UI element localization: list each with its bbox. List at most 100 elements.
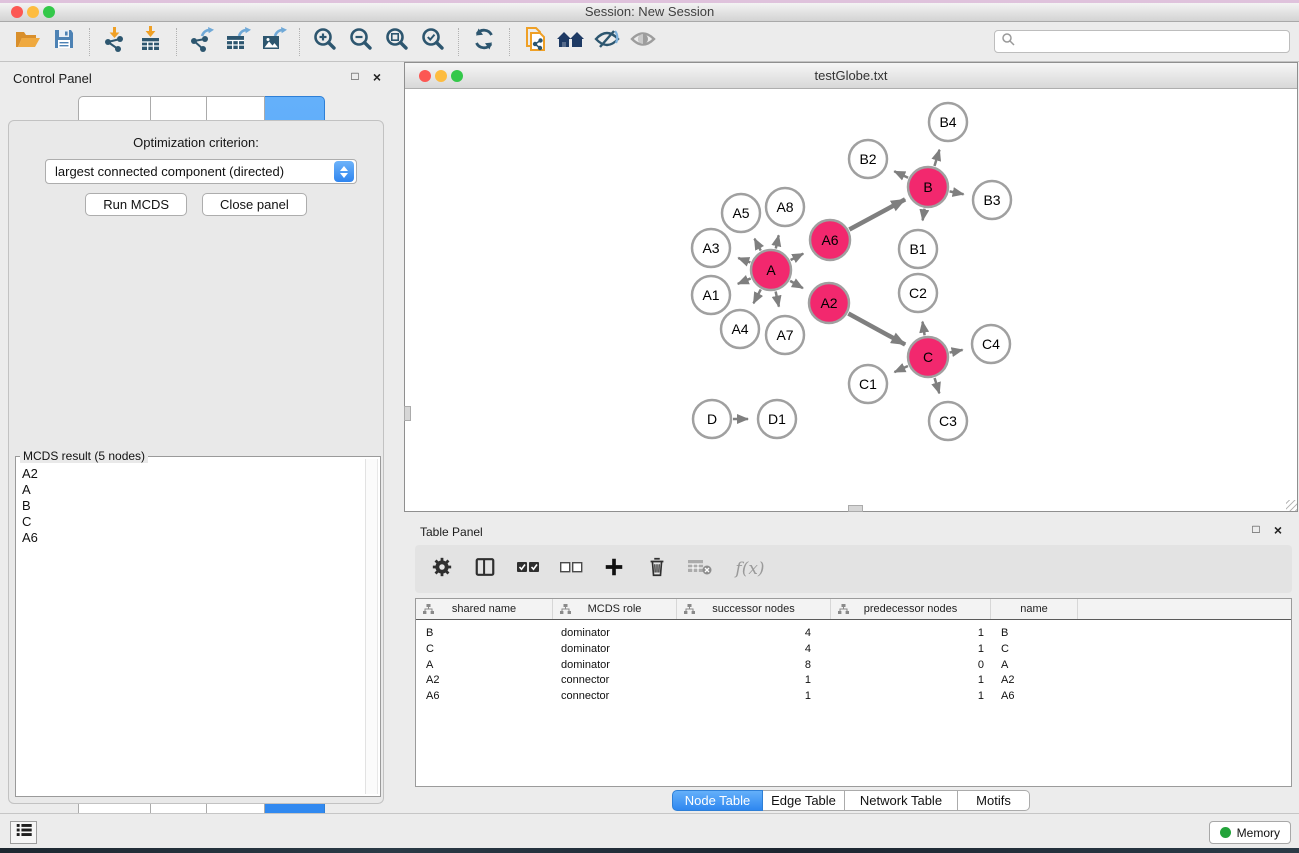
tab-network-table[interactable]: Network Table <box>845 790 958 811</box>
graph-edge-C-C1[interactable] <box>894 366 907 372</box>
tab-motifs[interactable]: Motifs <box>958 790 1030 811</box>
table-cell[interactable]: 4 <box>677 625 831 641</box>
export-table-button[interactable] <box>220 25 256 59</box>
graph-edge-A-A1[interactable] <box>738 278 751 283</box>
show-columns-button[interactable] <box>472 556 498 582</box>
close-panel-button[interactable]: Close panel <box>202 193 307 216</box>
table-cell[interactable]: 1 <box>831 688 991 704</box>
delete-column-button[interactable] <box>644 556 670 582</box>
graph-edge-A-A4[interactable] <box>753 289 760 303</box>
graph-edge-A-A3[interactable] <box>738 258 750 262</box>
duplicate-network-button[interactable] <box>517 25 553 59</box>
graph-edge-A-A2[interactable] <box>790 281 803 288</box>
graph-edge-A-A5[interactable] <box>755 239 761 251</box>
criterion-dropdown[interactable]: largest connected component (directed) <box>45 159 357 184</box>
table-cell[interactable]: A6 <box>416 688 553 704</box>
network-window-titlebar[interactable]: testGlobe.txt <box>405 63 1297 89</box>
table-cell[interactable]: A <box>416 657 553 673</box>
table-cell[interactable]: B <box>991 625 1078 641</box>
table-cell[interactable]: 1 <box>831 672 991 688</box>
import-table-button[interactable] <box>133 25 169 59</box>
deselect-all-button[interactable] <box>558 556 584 582</box>
first-neighbors-button[interactable] <box>553 25 589 59</box>
export-network-button[interactable] <box>184 25 220 59</box>
table-cell[interactable]: A2 <box>416 672 553 688</box>
column-header-mcds-role[interactable]: MCDS role <box>553 599 677 619</box>
hide-selected-button[interactable] <box>589 25 625 59</box>
show-panels-button[interactable] <box>10 821 37 844</box>
search-field[interactable] <box>994 30 1290 53</box>
table-cell[interactable]: 1 <box>831 641 991 657</box>
result-scrollbar[interactable] <box>365 459 378 794</box>
table-cell[interactable]: 8 <box>677 657 831 673</box>
import-network-button[interactable] <box>97 25 133 59</box>
float-table-panel-icon[interactable]: □ <box>1249 522 1263 538</box>
table-settings-button[interactable] <box>429 556 455 582</box>
export-image-button[interactable] <box>256 25 292 59</box>
table-row[interactable]: Adominator80A <box>416 657 1291 673</box>
zoom-fit-button[interactable] <box>379 25 415 59</box>
table-cell[interactable]: 1 <box>831 625 991 641</box>
table-cell[interactable]: C <box>416 641 553 657</box>
create-column-button[interactable] <box>601 556 627 582</box>
table-cell[interactable]: connector <box>553 672 677 688</box>
close-table-panel-icon[interactable]: × <box>1271 522 1285 538</box>
table-cell[interactable]: dominator <box>553 641 677 657</box>
open-session-button[interactable] <box>10 25 46 59</box>
table-cell[interactable]: dominator <box>553 625 677 641</box>
network-graph[interactable]: AA1A2A3A4A5A6A7A8BB1B2B3B4CC1C2C3C4DD1 <box>405 90 1297 511</box>
table-cell[interactable]: 1 <box>677 672 831 688</box>
save-session-button[interactable] <box>46 25 82 59</box>
refresh-view-button[interactable] <box>466 25 502 59</box>
graph-edge-B-B3[interactable] <box>950 191 964 194</box>
tab-edge-table[interactable]: Edge Table <box>763 790 845 811</box>
graph-edge-A-A7[interactable] <box>776 292 779 307</box>
graph-edge-B-B2[interactable] <box>894 171 908 177</box>
select-all-button[interactable] <box>515 556 541 582</box>
memory-button[interactable]: Memory <box>1209 821 1291 844</box>
graph-edge-B-B1[interactable] <box>923 209 925 221</box>
mcds-result-list[interactable]: A2 A B C A6 <box>17 466 364 794</box>
tab-node-table[interactable]: Node Table <box>672 790 763 811</box>
table-cell[interactable]: A <box>991 657 1078 673</box>
table-cell[interactable]: A2 <box>991 672 1078 688</box>
table-row[interactable]: Bdominator41B <box>416 625 1291 641</box>
table-cell[interactable]: 1 <box>677 688 831 704</box>
table-cell[interactable]: 4 <box>677 641 831 657</box>
graph-edge-A-A6[interactable] <box>791 254 804 260</box>
table-row[interactable]: A2connector11A2 <box>416 672 1291 688</box>
function-builder-button[interactable]: f(x) <box>730 556 770 582</box>
graph-edge-B-B4[interactable] <box>934 150 939 166</box>
graph-edge-C-C2[interactable] <box>922 322 924 336</box>
column-header-predecessor-nodes[interactable]: predecessor nodes <box>831 599 991 619</box>
network-hscroll-thumb[interactable] <box>848 505 863 512</box>
table-cell[interactable]: C <box>991 641 1078 657</box>
close-panel-icon[interactable]: × <box>370 69 384 85</box>
column-header-name[interactable]: name <box>991 599 1078 619</box>
show-all-button[interactable] <box>625 25 661 59</box>
table-row[interactable]: A6connector11A6 <box>416 688 1291 704</box>
run-mcds-button[interactable]: Run MCDS <box>85 193 187 216</box>
table-cell[interactable]: connector <box>553 688 677 704</box>
search-input[interactable] <box>1019 32 1289 51</box>
graph-edge-A-A8[interactable] <box>776 235 779 248</box>
delete-table-button[interactable] <box>687 556 713 582</box>
table-cell[interactable]: dominator <box>553 657 677 673</box>
graph-edge-C-C3[interactable] <box>935 378 940 393</box>
zoom-out-button[interactable] <box>343 25 379 59</box>
network-canvas[interactable]: AA1A2A3A4A5A6A7A8BB1B2B3B4CC1C2C3C4DD1 <box>405 90 1297 511</box>
table-cell[interactable]: B <box>416 625 553 641</box>
table-row[interactable]: Cdominator41C <box>416 641 1291 657</box>
column-header-shared-name[interactable]: shared name <box>416 599 553 619</box>
network-vscroll-thumb[interactable] <box>404 406 411 421</box>
graph-edge-A2-C[interactable] <box>848 314 905 345</box>
zoom-in-button[interactable] <box>307 25 343 59</box>
graph-edge-A6-B[interactable] <box>849 199 905 229</box>
table-cell[interactable]: A6 <box>991 688 1078 704</box>
float-panel-icon[interactable]: □ <box>348 69 362 85</box>
graph-edge-C-C4[interactable] <box>950 350 963 353</box>
table-cell[interactable]: 0 <box>831 657 991 673</box>
resize-grip-icon[interactable] <box>1286 500 1297 511</box>
zoom-selected-button[interactable] <box>415 25 451 59</box>
column-header-successor-nodes[interactable]: successor nodes <box>677 599 831 619</box>
